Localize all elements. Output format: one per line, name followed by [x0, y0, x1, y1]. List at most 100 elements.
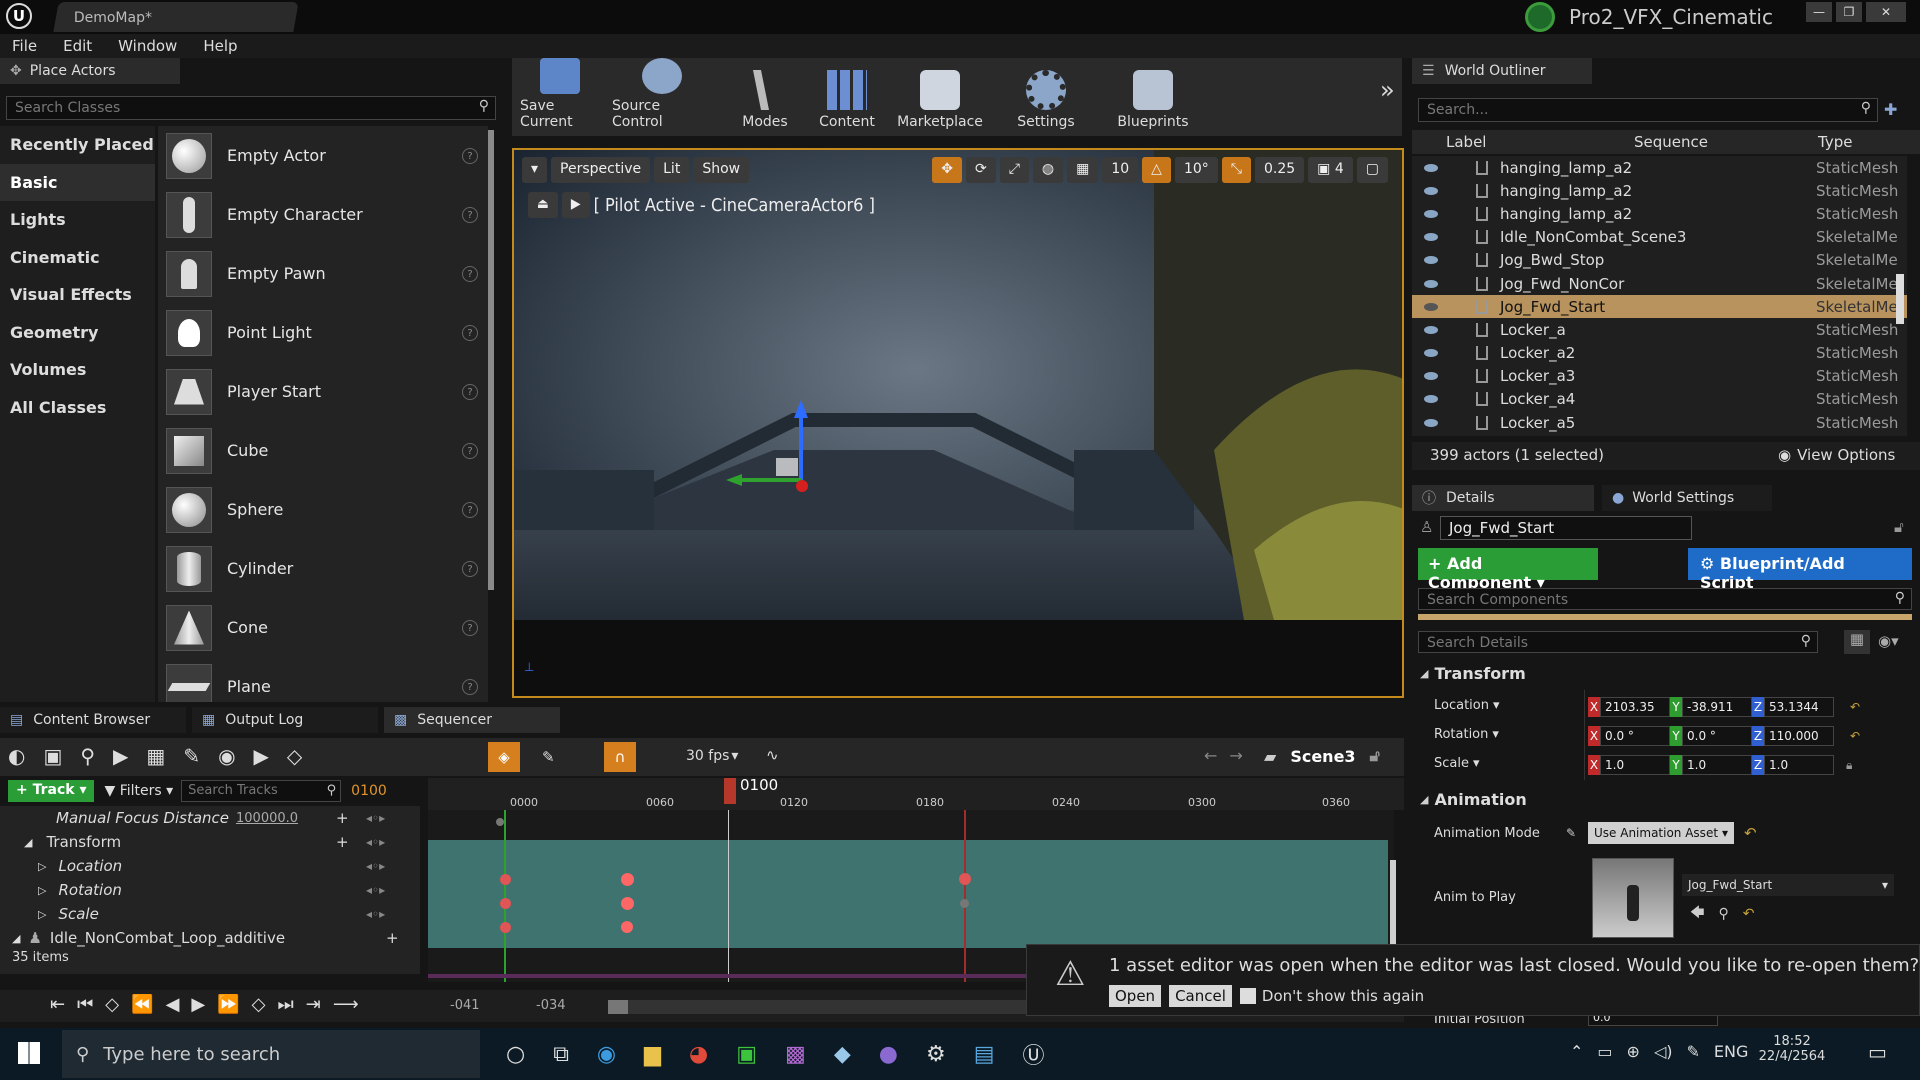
collapse-arrow-icon[interactable]: ◢: [12, 932, 20, 945]
search-components-input[interactable]: Search Components ⚲: [1418, 588, 1912, 610]
settings-icon[interactable]: ✎: [183, 744, 200, 768]
visibility-eye-icon[interactable]: [1424, 325, 1438, 334]
actor-item-cube[interactable]: Cube?: [158, 421, 488, 480]
cancel-button[interactable]: Cancel: [1169, 985, 1232, 1007]
location-y-field[interactable]: -38.911: [1682, 697, 1752, 717]
prev-frame-icon[interactable]: ⏪: [131, 994, 153, 1015]
playhead-handle[interactable]: [724, 778, 736, 804]
location-dropdown[interactable]: Location ▾: [1434, 698, 1500, 713]
timeline-ruler[interactable]: 0000 0060 0120 0180 0240 0300 0360 0100: [428, 776, 1404, 810]
actor-item-empty-character[interactable]: Empty Character?: [158, 185, 488, 244]
end-marker[interactable]: [964, 810, 966, 982]
category-geometry[interactable]: Geometry: [0, 314, 155, 352]
working-range-start[interactable]: -034: [536, 998, 566, 1013]
outliner-row[interactable]: Jog_Bwd_Stop SkeletalMe: [1412, 249, 1907, 272]
transform-section-header[interactable]: ◢ Transform: [1420, 664, 1526, 683]
modes-button[interactable]: Modes: [730, 58, 800, 136]
lit-button[interactable]: Lit: [654, 157, 690, 183]
actor-item-sphere[interactable]: Sphere?: [158, 480, 488, 539]
help-icon[interactable]: ?: [462, 147, 478, 164]
step-back-icon[interactable]: ◇: [105, 994, 119, 1015]
scale-y-field[interactable]: 1.0: [1682, 755, 1752, 775]
animation-thumbnail[interactable]: [1592, 858, 1674, 938]
visibility-eye-icon[interactable]: [1424, 256, 1438, 265]
keyframe[interactable]: [500, 874, 511, 885]
maximize-button[interactable]: ❐: [1836, 2, 1862, 22]
taskbar-search-box[interactable]: ⚲ Type here to search: [62, 1030, 480, 1078]
lock-icon[interactable]: 🔓︎: [1894, 518, 1904, 536]
filters-button[interactable]: ▼ Filters ▾: [104, 783, 173, 799]
animation-mode-select[interactable]: Use Animation Asset ▾: [1588, 822, 1734, 844]
edit-icon[interactable]: ✎: [542, 748, 555, 766]
search-details-input[interactable]: Search Details ⚲: [1418, 631, 1818, 653]
outliner-row[interactable]: Idle_NonCombat_Scene3 SkeletalMe: [1412, 226, 1907, 249]
snap-magnet-icon[interactable]: ∩: [604, 742, 636, 772]
range-scrollbar[interactable]: [608, 1000, 1028, 1014]
playback-options-icon[interactable]: ◉: [218, 744, 235, 768]
reset-arrow-icon[interactable]: ↶: [1850, 729, 1860, 743]
camera-speed-button[interactable]: ▣ 4: [1308, 157, 1353, 183]
reset-arrow-icon[interactable]: ↶: [1850, 700, 1860, 714]
component-tree-selected[interactable]: [1418, 614, 1912, 620]
key-nav-icon[interactable]: ◂◦▸: [366, 907, 385, 921]
line-chat-icon[interactable]: ▣: [736, 1042, 757, 1067]
prev-key-icon[interactable]: ⏮: [77, 994, 93, 1015]
minimize-button[interactable]: —: [1806, 2, 1832, 22]
unreal-engine-icon[interactable]: Ⓤ: [1023, 1038, 1045, 1070]
jump-start-icon[interactable]: ⇤: [50, 994, 65, 1015]
add-key-plus-icon[interactable]: +: [336, 809, 349, 827]
outliner-row[interactable]: Locker_a2 StaticMesh: [1412, 342, 1907, 365]
actor-list-scrollbar[interactable]: [488, 130, 494, 590]
visibility-eye-icon[interactable]: [1424, 418, 1438, 427]
view-options-button[interactable]: ◉ View Options: [1778, 446, 1895, 464]
play-icon[interactable]: ▶: [191, 994, 205, 1015]
help-icon[interactable]: ?: [462, 501, 478, 518]
keyframe[interactable]: [621, 873, 634, 886]
world-local-icon[interactable]: ◍: [1032, 157, 1064, 183]
scene-breadcrumb[interactable]: ▰ Scene3 🔓︎: [1264, 746, 1380, 766]
pilot-camera-icon[interactable]: ▶: [561, 192, 590, 218]
settings-gear-icon[interactable]: ⚙: [926, 1042, 946, 1067]
save-current-button[interactable]: Save Current: [520, 58, 600, 136]
track-manual-focus[interactable]: Manual Focus Distance 100000.0 + ◂◦▸: [0, 806, 420, 830]
task-view-icon[interactable]: ⧉: [553, 1042, 569, 1067]
visibility-eye-icon[interactable]: [1424, 395, 1438, 404]
location-z-field[interactable]: 53.1344: [1764, 697, 1834, 717]
maximize-viewport-icon[interactable]: ▢: [1356, 157, 1388, 183]
column-type[interactable]: Type: [1818, 133, 1852, 151]
help-icon[interactable]: ?: [462, 324, 478, 341]
visibility-eye-icon[interactable]: [1424, 372, 1438, 381]
outliner-row[interactable]: Jog_Fwd_NonCor SkeletalMe: [1412, 272, 1907, 295]
rotation-x-field[interactable]: 0.0 °: [1600, 726, 1670, 746]
column-label[interactable]: Label: [1446, 133, 1486, 151]
outliner-scrollbar[interactable]: [1896, 274, 1904, 324]
visibility-eye-icon[interactable]: [1424, 209, 1438, 218]
rotation-dropdown[interactable]: Rotation ▾: [1434, 727, 1499, 742]
tab-content-browser[interactable]: ▤ Content Browser: [0, 707, 186, 733]
actor-item-empty-pawn[interactable]: Empty Pawn?: [158, 244, 488, 303]
next-frame-icon[interactable]: ⏩: [217, 994, 239, 1015]
battery-icon[interactable]: ▭: [1597, 1042, 1612, 1061]
actor-item-cylinder[interactable]: Cylinder?: [158, 539, 488, 598]
actor-item-player-start[interactable]: Player Start?: [158, 362, 488, 421]
tab-sequencer[interactable]: ▩ Sequencer: [384, 707, 560, 733]
scale-x-field[interactable]: 1.0: [1600, 755, 1670, 775]
clock[interactable]: 18:52 22/4/2564: [1752, 1034, 1832, 1064]
blueprints-button[interactable]: Blueprints: [1108, 58, 1198, 136]
help-icon[interactable]: ?: [462, 265, 478, 282]
track-rotation[interactable]: ▷ Rotation ◂◦▸: [0, 878, 420, 902]
scale-snap-value[interactable]: 0.25: [1254, 157, 1305, 183]
volume-icon[interactable]: ◁): [1654, 1042, 1673, 1061]
world-icon[interactable]: ◐: [8, 744, 25, 768]
chrome-icon[interactable]: ◕: [689, 1042, 708, 1067]
notification-center-icon[interactable]: ▭: [1868, 1040, 1887, 1064]
menu-edit[interactable]: Edit: [63, 37, 92, 55]
grid-snap-icon[interactable]: ▦: [1067, 157, 1099, 183]
help-icon[interactable]: ?: [462, 619, 478, 636]
notes-icon[interactable]: ◆: [834, 1042, 851, 1067]
search-classes-input[interactable]: Search Classes ⚲: [6, 96, 496, 120]
key-nav-icon[interactable]: ◂◦▸: [366, 835, 385, 849]
calculator-icon[interactable]: ▤: [974, 1042, 995, 1067]
actor-item-plane[interactable]: Plane?: [158, 657, 488, 702]
outliner-row[interactable]: hanging_lamp_a2 StaticMesh: [1412, 156, 1907, 179]
